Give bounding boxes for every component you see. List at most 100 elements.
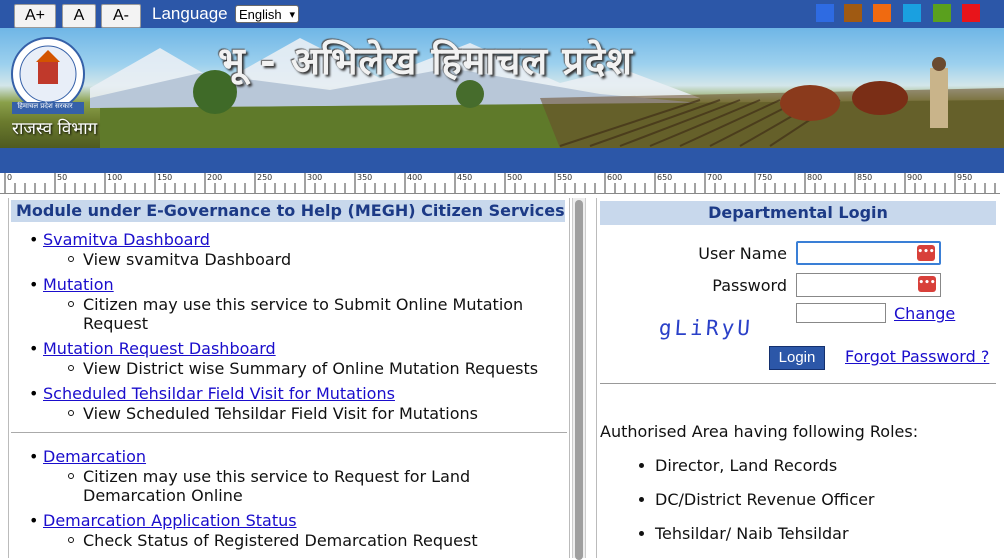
captcha-input[interactable]	[796, 303, 886, 323]
circle-bullet-icon	[68, 256, 74, 262]
login-heading: Departmental Login	[600, 201, 996, 225]
change-captcha-link[interactable]: Change	[894, 304, 955, 323]
bullet-icon: •	[29, 230, 39, 249]
description-text: Request	[83, 314, 148, 333]
description-text: View District wise Summary of Online Mut…	[83, 359, 539, 378]
svamitva-dashboard-link[interactable]: Svamitva Dashboard	[43, 230, 210, 249]
ruler-label: 500	[507, 173, 523, 182]
ruler-label: 200	[207, 173, 223, 182]
list-item-description: View svamitva Dashboard	[68, 250, 292, 270]
description-text: Citizen may use this service to Submit O…	[83, 295, 524, 314]
ruler-label: 450	[457, 173, 473, 182]
chevron-down-icon: ▾	[289, 9, 295, 21]
login-button[interactable]: Login	[769, 346, 825, 370]
ruler-label: 550	[557, 173, 573, 182]
theme-swatch-green[interactable]	[933, 4, 951, 22]
bullet-icon: •	[29, 384, 39, 403]
bullet-icon: •	[29, 339, 39, 358]
list-item: • Svamitva Dashboard	[29, 230, 210, 250]
department-label: राजस्व विभाग	[12, 119, 98, 139]
ruler-label: 650	[657, 173, 673, 182]
list-item-description: View Scheduled Tehsildar Field Visit for…	[68, 404, 478, 424]
font-decrease-button[interactable]: A-	[101, 4, 141, 28]
left-panel-scrollbar[interactable]	[572, 198, 586, 560]
list-item: • Scheduled Tehsildar Field Visit for Mu…	[29, 384, 395, 404]
list-item-description-cont: Request	[83, 314, 148, 334]
ruler-label: 950	[957, 173, 973, 182]
ruler: 0 50 100 150 200 250 300 350 400 450 500 550 600 650 7…	[0, 173, 1000, 194]
tehsildar-field-visit-link[interactable]: Scheduled Tehsildar Field Visit for Muta…	[43, 384, 395, 403]
header-banner: हिमाचल प्रदेश सरकार भू - अभिलेख हिमाचल प…	[0, 28, 1004, 148]
bullet-icon: •	[29, 275, 39, 294]
role-item: Director, Land Records	[639, 456, 838, 475]
theme-swatch-skyblue[interactable]	[903, 4, 921, 22]
password-label: Password	[712, 276, 787, 295]
section-divider	[11, 432, 567, 433]
list-item: • Mutation	[29, 275, 114, 295]
ruler-label: 250	[257, 173, 273, 182]
circle-bullet-icon	[68, 537, 74, 543]
ruler-label: 0	[7, 173, 13, 182]
list-item-description: Check Status of Registered Demarcation R…	[68, 531, 478, 551]
font-normal-button[interactable]: A	[62, 4, 96, 28]
description-text: Check Status of Registered Demarcation R…	[83, 531, 478, 550]
captcha-image: gLiRyU	[658, 316, 754, 340]
ruler-label: 850	[857, 173, 873, 182]
theme-swatch-orange[interactable]	[873, 4, 891, 22]
password-input[interactable]: •••	[796, 273, 941, 297]
language-selected-value: English	[239, 7, 282, 22]
circle-bullet-icon	[68, 410, 74, 416]
password-manager-icon[interactable]: •••	[917, 245, 935, 261]
ruler-label: 350	[357, 173, 373, 182]
departmental-login-panel: Departmental Login User Name ••• Passwor…	[596, 198, 1001, 558]
role-text: Tehsildar/ Naib Tehsildar	[655, 524, 849, 543]
bullet-icon: •	[29, 447, 39, 466]
theme-swatch-blue[interactable]	[816, 4, 834, 22]
bullet-icon	[639, 463, 644, 468]
font-increase-button[interactable]: A+	[14, 4, 56, 28]
ruler-ticks	[4, 173, 996, 193]
bullet-icon: •	[29, 511, 39, 530]
mutation-request-dashboard-link[interactable]: Mutation Request Dashboard	[43, 339, 276, 358]
list-item-description: Citizen may use this service to Request …	[68, 467, 471, 487]
language-label: Language	[152, 4, 228, 23]
section-divider	[600, 383, 996, 384]
list-item-description: View District wise Summary of Online Mut…	[68, 359, 539, 379]
circle-bullet-icon	[68, 301, 74, 307]
role-text: Director, Land Records	[655, 456, 838, 475]
scrollbar-thumb[interactable]	[575, 200, 583, 560]
ruler-label: 750	[757, 173, 773, 182]
roles-title: Authorised Area having following Roles:	[600, 422, 919, 441]
list-item: • Demarcation Application Status	[29, 511, 297, 531]
mutation-link[interactable]: Mutation	[43, 275, 114, 294]
language-select[interactable]: English ▾	[235, 5, 299, 23]
services-heading: Module under E-Governance to Help (MEGH)…	[11, 200, 565, 222]
demarcation-link[interactable]: Demarcation	[43, 447, 146, 466]
role-text: DC/District Revenue Officer	[655, 490, 875, 509]
description-text: Citizen may use this service to Request …	[83, 467, 471, 486]
emblem-caption: हिमाचल प्रदेश सरकार	[17, 102, 73, 110]
top-bar: A+ A A- Language English ▾	[0, 0, 1004, 28]
list-item-description-cont: Demarcation Online	[83, 486, 243, 506]
theme-swatch-red[interactable]	[962, 4, 980, 22]
description-text: Demarcation Online	[83, 486, 243, 505]
ruler-label: 300	[307, 173, 323, 182]
list-item: • Mutation Request Dashboard	[29, 339, 276, 359]
banner-title: भू - अभिलेख हिमाचल प्रदेश	[218, 38, 633, 83]
description-text: View svamitva Dashboard	[83, 250, 292, 269]
forgot-password-link[interactable]: Forgot Password ?	[845, 347, 989, 366]
list-item: • Demarcation	[29, 447, 146, 467]
theme-swatch-brown[interactable]	[844, 4, 862, 22]
password-manager-icon[interactable]: •••	[918, 276, 936, 292]
ruler-label: 50	[57, 173, 68, 182]
username-input[interactable]: •••	[796, 241, 941, 265]
bullet-icon	[639, 531, 644, 536]
demarcation-status-link[interactable]: Demarcation Application Status	[43, 511, 297, 530]
username-label: User Name	[698, 244, 787, 263]
ruler-label: 400	[407, 173, 423, 182]
ruler-label: 100	[107, 173, 123, 182]
role-item: DC/District Revenue Officer	[639, 490, 875, 509]
nav-bar	[0, 148, 1004, 173]
description-text: View Scheduled Tehsildar Field Visit for…	[83, 404, 478, 423]
circle-bullet-icon	[68, 473, 74, 479]
